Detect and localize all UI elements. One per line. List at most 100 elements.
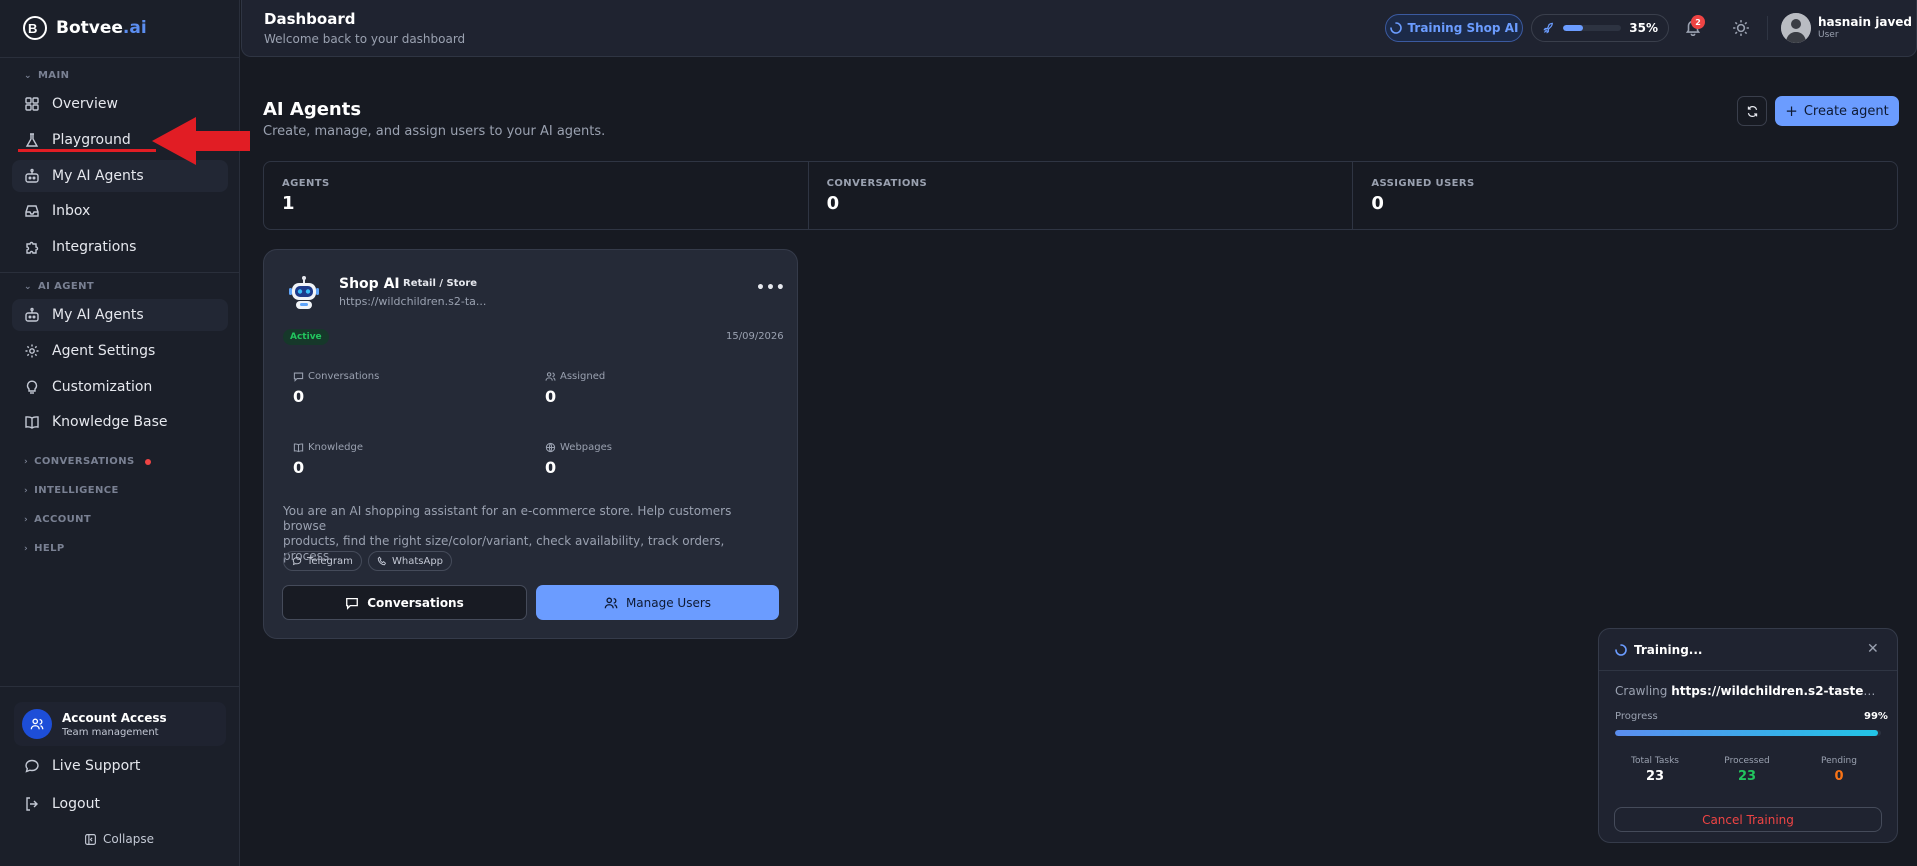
agent-date: 15/09/2026 [726, 331, 784, 342]
agent-card: Shop AI Retail / Store https://wildchild… [263, 249, 798, 639]
conversations-button-label: Conversations [367, 595, 464, 610]
stat-label: CONVERSATIONS [826, 178, 928, 189]
channel-chip-label: WhatsApp [392, 555, 444, 567]
refresh-icon [1747, 105, 1757, 117]
metric-label-text: Conversations [308, 371, 380, 382]
sun-icon[interactable] [1732, 19, 1750, 37]
usage-progress-value: 35% [1629, 21, 1658, 35]
gear-icon [25, 344, 39, 358]
sidebar-item-integrations[interactable]: Integrations [12, 231, 228, 263]
crawling-status: Crawling https://wildchildren.s2-tastewp… [1615, 684, 1885, 698]
section-ai-agent-label: AI AGENT [37, 281, 95, 292]
avatar[interactable] [1781, 13, 1811, 43]
page-header-title: Dashboard [264, 10, 356, 28]
chevron-right-icon: › [24, 514, 29, 525]
sidebar-item-logout[interactable]: Logout [12, 788, 228, 820]
tstat-value: 23 [1645, 769, 1665, 784]
stat-pending: Pending 0 [1799, 756, 1879, 784]
metric-label: Webpages [545, 442, 612, 453]
refresh-button[interactable] [1737, 96, 1767, 126]
stat-total-tasks: Total Tasks 23 [1615, 756, 1695, 784]
tstat-label: Processed [1724, 756, 1770, 766]
metric-label: Assigned [545, 371, 605, 382]
channel-chip-whatsapp: WhatsApp [368, 551, 453, 571]
top-header: Dashboard Welcome back to your dashboard… [241, 0, 1917, 57]
section-account-label: ACCOUNT [34, 514, 92, 525]
section-main-toggle[interactable]: ⌄ MAIN [24, 70, 69, 81]
training-status-button[interactable]: Training Shop AI [1385, 14, 1523, 42]
sidebar-item-inbox[interactable]: Inbox [12, 195, 228, 227]
spinner-icon [1389, 22, 1402, 34]
tstat-value: 0 [1834, 769, 1844, 784]
users-icon [30, 718, 44, 730]
usage-progress[interactable]: 35% [1531, 14, 1669, 42]
grid-icon [25, 97, 39, 111]
training-progress-bar [1615, 730, 1881, 736]
metric-label-text: Webpages [560, 442, 612, 453]
usage-progress-bar [1562, 25, 1622, 31]
stat-assigned-users: ASSIGNED USERS 0 [1353, 162, 1897, 229]
sidebar-item-my-ai-agents-2[interactable]: My AI Agents [12, 299, 228, 331]
sidebar-item-agent-settings[interactable]: Agent Settings [12, 335, 228, 367]
metric-knowledge: Knowledge 0 [293, 442, 363, 477]
training-progress-fill [1615, 730, 1879, 736]
section-help-toggle[interactable]: › HELP [24, 543, 65, 554]
chevron-down-icon: ⌄ [24, 281, 32, 292]
page-title: AI Agents [263, 99, 362, 120]
status-badge: Active [283, 329, 329, 345]
metric-value: 0 [545, 387, 557, 406]
create-agent-button[interactable]: + Create agent [1775, 96, 1899, 126]
robot-avatar-icon [289, 276, 319, 309]
stat-label: AGENTS [282, 178, 330, 189]
stat-processed: Processed 23 [1707, 756, 1787, 784]
account-title: Account Access [62, 710, 167, 725]
section-intelligence-toggle[interactable]: › INTELLIGENCE [24, 485, 119, 496]
usage-progress-fill [1562, 25, 1584, 31]
plus-icon: + [1785, 102, 1798, 120]
tstat-label: Total Tasks [1631, 756, 1679, 766]
bulb-icon [26, 380, 38, 394]
metric-label-text: Knowledge [308, 442, 363, 453]
crawling-url: https://wildchildren.s2-tastewp.co... [1671, 684, 1885, 698]
notification-badge: 2 [1691, 15, 1705, 29]
crawling-prefix: Crawling [1615, 684, 1668, 698]
account-access-card[interactable]: Account Access Team management [14, 702, 226, 746]
bot-icon [25, 307, 39, 322]
svg-text:B: B [28, 21, 37, 36]
training-panel: Training... ✕ Crawling https://wildchild… [1598, 628, 1898, 843]
sidebar-item-live-support[interactable]: Live Support [12, 750, 228, 782]
sidebar-item-label: Live Support [52, 758, 141, 774]
section-account-toggle[interactable]: › ACCOUNT [24, 514, 91, 525]
brand-name: Botvee.ai [56, 18, 147, 38]
spinner-icon [1615, 644, 1627, 656]
section-conversations-toggle[interactable]: › CONVERSATIONS [24, 456, 151, 467]
conversations-button[interactable]: Conversations [282, 585, 527, 620]
metric-webpages: Webpages 0 [545, 442, 612, 477]
section-ai-agent-toggle[interactable]: ⌄ AI AGENT [24, 281, 94, 292]
brand[interactable]: B Botvee.ai [22, 15, 147, 41]
logout-icon [26, 797, 38, 811]
metric-assigned: Assigned 0 [545, 371, 605, 406]
sidebar-item-label: My AI Agents [52, 307, 144, 323]
sidebar-item-customization[interactable]: Customization [12, 371, 228, 403]
user-name[interactable]: hasnain javed [1818, 15, 1912, 29]
user-photo-icon [1781, 13, 1811, 43]
agent-name: Shop AI [339, 276, 400, 292]
tstat-label: Pending [1821, 756, 1857, 766]
more-options-icon[interactable]: ••• [756, 280, 786, 296]
chevron-down-icon: ⌄ [24, 70, 32, 81]
cancel-training-button[interactable]: Cancel Training [1614, 807, 1882, 832]
chevron-right-icon: › [24, 543, 29, 554]
agent-description-line: You are an AI shopping assistant for an … [283, 504, 732, 533]
metric-value: 0 [293, 387, 305, 406]
close-icon[interactable]: ✕ [1867, 641, 1879, 657]
message-icon [346, 597, 359, 610]
manage-users-button[interactable]: Manage Users [536, 585, 779, 620]
account-subtitle: Team management [62, 726, 159, 738]
sidebar-item-knowledge-base[interactable]: Knowledge Base [12, 406, 228, 438]
sidebar-divider [0, 57, 240, 58]
globe-icon [545, 442, 556, 453]
collapse-button[interactable]: Collapse [84, 832, 154, 846]
annotation-arrow-icon [152, 117, 250, 165]
chat-icon [25, 759, 39, 773]
